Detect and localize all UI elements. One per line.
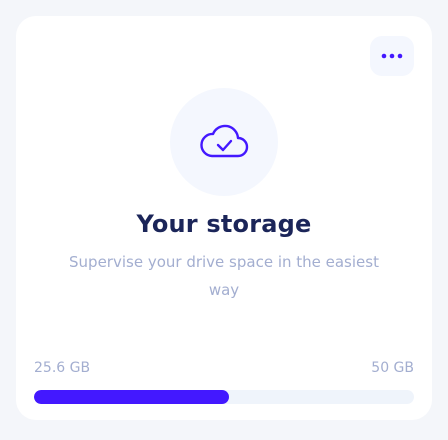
card-subtitle: Supervise your drive space in the easies…: [69, 253, 379, 299]
more-horizontal-icon: [381, 53, 403, 59]
storage-used-label: 25.6 GB: [34, 360, 91, 376]
storage-progress-fill: [34, 390, 229, 404]
storage-total-label: 50 GB: [371, 360, 414, 376]
cloud-icon-container: [170, 88, 278, 196]
more-options-button[interactable]: [370, 36, 414, 76]
storage-card: Your storage Supervise your drive space …: [16, 16, 432, 420]
card-title: Your storage: [136, 210, 312, 238]
cloud-check-icon: [200, 124, 249, 158]
storage-progress-bar: [34, 390, 414, 404]
